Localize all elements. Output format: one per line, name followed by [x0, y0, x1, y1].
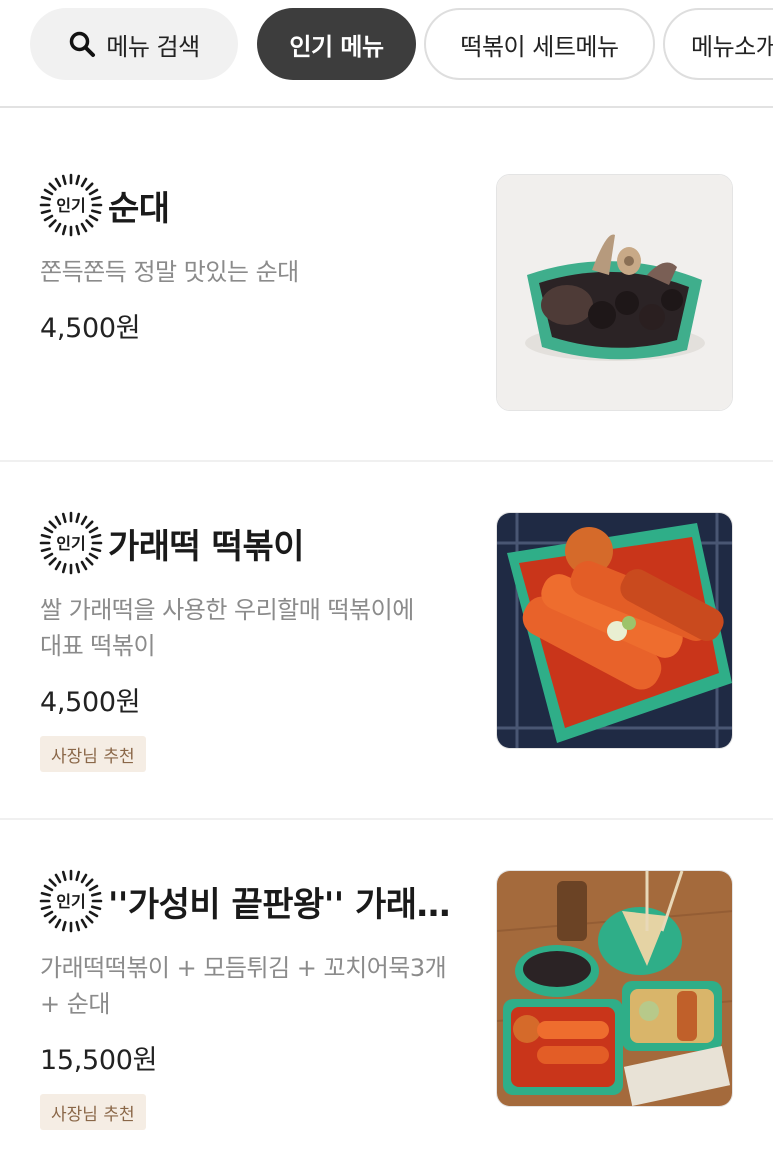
- menu-item-name: 순대: [108, 188, 170, 229]
- menu-search-button[interactable]: 메뉴 검색: [30, 8, 238, 80]
- tab-tteokbokki-set[interactable]: 떡볶이 세트메뉴: [424, 8, 655, 80]
- tab-popular-menu[interactable]: 인기 메뉴: [257, 8, 416, 80]
- description-line: 대표 떡볶이: [40, 632, 156, 660]
- search-label: 메뉴 검색: [106, 32, 200, 61]
- description-line: + 순대: [40, 990, 110, 1018]
- menu-item[interactable]: 인기 가래떡 떡볶이 쌀 가래떡을 사용한 우리할매 떡볶이에 대표 떡볶이 4…: [0, 462, 773, 820]
- tab-set-label: 떡볶이 세트메뉴: [460, 32, 619, 61]
- description-line: 가래떡떡볶이 + 모듬튀김 + 꼬치어묵3개: [40, 954, 447, 982]
- popular-badge-text: 인기: [56, 892, 85, 911]
- popular-badge-text: 인기: [56, 534, 85, 553]
- popular-badge-icon: 인기: [39, 869, 103, 933]
- tab-popular-label: 인기 메뉴: [289, 32, 384, 61]
- menu-item-title-row: 인기 순대: [38, 172, 170, 238]
- popular-badge-icon: 인기: [39, 173, 103, 237]
- owner-recommend-tag: 사장님 추천: [40, 1094, 146, 1130]
- tab-intro-label: 메뉴소개: [691, 32, 773, 61]
- menu-item-price: 4,500원: [40, 313, 141, 344]
- description-line: 쫀득쫀득 정말 맛있는 순대: [40, 258, 299, 286]
- category-tab-bar: 메뉴 검색 인기 메뉴 떡볶이 세트메뉴 메뉴소개: [0, 0, 773, 108]
- menu-item-description: 쌀 가래떡을 사용한 우리할매 떡볶이에 대표 떡볶이: [40, 592, 460, 664]
- menu-item-photo[interactable]: [496, 174, 733, 411]
- tab-menu-intro[interactable]: 메뉴소개: [663, 8, 773, 80]
- owner-recommend-tag: 사장님 추천: [40, 736, 146, 772]
- menu-item[interactable]: 인기 ''가성비 끝판왕'' 가래… 가래떡떡볶이 + 모듬튀김 + 꼬치어묵3…: [0, 820, 773, 1166]
- menu-item-description: 쫀득쫀득 정말 맛있는 순대: [40, 254, 460, 290]
- description-line: 쌀 가래떡을 사용한 우리할매 떡볶이에: [40, 596, 414, 624]
- menu-item[interactable]: 인기 순대 쫀득쫀득 정말 맛있는 순대 4,500원: [0, 110, 773, 462]
- search-icon: [70, 31, 96, 57]
- popular-badge-icon: 인기: [39, 511, 103, 575]
- menu-item-name: 가래떡 떡볶이: [108, 526, 305, 567]
- menu-item-title-row: 인기 가래떡 떡볶이: [38, 510, 304, 576]
- menu-item-price: 4,500원: [40, 687, 141, 718]
- popular-badge-text: 인기: [56, 196, 85, 215]
- menu-item-title-row: 인기 ''가성비 끝판왕'' 가래…: [38, 868, 450, 934]
- menu-item-name: ''가성비 끝판왕'' 가래…: [108, 884, 451, 925]
- menu-item-photo[interactable]: [496, 512, 733, 749]
- menu-item-description: 가래떡떡볶이 + 모듬튀김 + 꼬치어묵3개 + 순대: [40, 950, 460, 1022]
- menu-item-price: 15,500원: [40, 1045, 158, 1076]
- menu-item-photo[interactable]: [496, 870, 733, 1107]
